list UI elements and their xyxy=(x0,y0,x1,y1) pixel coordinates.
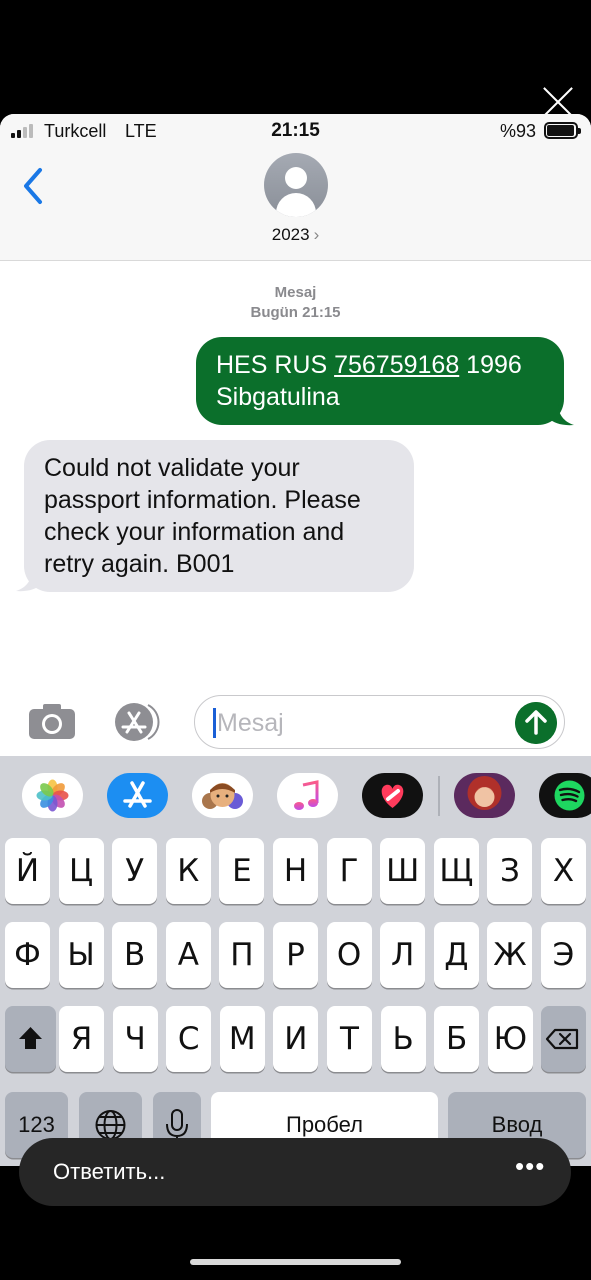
key[interactable]: Э xyxy=(541,922,586,988)
outgoing-suffix: 1996 xyxy=(459,351,522,379)
key[interactable]: Н xyxy=(273,838,318,904)
more-options-icon[interactable]: ••• xyxy=(515,1151,545,1182)
delete-key[interactable] xyxy=(541,1006,586,1072)
key[interactable]: И xyxy=(273,1006,319,1072)
key[interactable]: С xyxy=(166,1006,212,1072)
key[interactable]: Д xyxy=(433,922,479,988)
status-bar: Turkcell LTE 21:15 %93 xyxy=(0,114,591,148)
key[interactable]: Б xyxy=(434,1006,480,1072)
key[interactable]: Х xyxy=(541,838,586,904)
incoming-line: retry again. B001 xyxy=(44,550,235,578)
contact-name-label: 2023 xyxy=(271,225,310,244)
reply-bar[interactable]: Ответить... ••• xyxy=(19,1138,571,1206)
key[interactable]: Ш xyxy=(380,838,426,904)
outgoing-message-bubble[interactable]: HES RUS 756759168 1996 Sibgatulina xyxy=(196,337,564,425)
send-arrow-icon[interactable] xyxy=(515,702,557,744)
key[interactable]: У xyxy=(112,838,158,904)
camera-icon[interactable] xyxy=(28,702,76,740)
key[interactable]: В xyxy=(112,922,158,988)
shift-key[interactable] xyxy=(5,1006,56,1072)
key[interactable]: Я xyxy=(59,1006,104,1072)
key[interactable]: О xyxy=(326,922,372,988)
imessage-app-drawer xyxy=(0,756,591,834)
outgoing-line-2: Sibgatulina xyxy=(216,383,340,411)
messages-screen: Turkcell LTE 21:15 %93 2023 › Mesaj Bugün… xyxy=(0,114,591,1166)
message-timestamp: Bugün 21:15 xyxy=(250,304,341,321)
key[interactable]: М xyxy=(219,1006,265,1072)
app-store-button-icon[interactable] xyxy=(110,702,166,742)
digital-touch-icon[interactable] xyxy=(362,773,423,818)
key[interactable]: Ы xyxy=(58,922,104,988)
key[interactable]: Щ xyxy=(433,838,479,904)
outgoing-prefix: HES RUS xyxy=(216,351,335,379)
phone-number-link[interactable]: 756759168 xyxy=(334,351,459,379)
key[interactable]: А xyxy=(165,922,211,988)
spotify-icon[interactable] xyxy=(539,773,591,818)
chevron-right-icon: › xyxy=(313,225,320,244)
battery-percent: %93 xyxy=(500,121,537,141)
key[interactable]: Е xyxy=(219,838,265,904)
conversation-header: 2023 › xyxy=(0,148,591,261)
service-label: Mesaj xyxy=(274,284,317,301)
key[interactable]: Т xyxy=(327,1006,372,1072)
incoming-line: check your information and xyxy=(44,518,345,546)
incoming-line: passport information. Please xyxy=(44,486,361,514)
text-cursor xyxy=(213,708,216,738)
battery-icon xyxy=(544,122,581,139)
incoming-line: Could not validate your xyxy=(44,454,300,482)
keyboard: ЙЦУКЕНГШЩЗХ ФЫВАПРОЛДЖЭ ЯЧСМИТЬБЮ 123 Пр… xyxy=(0,756,591,1166)
key[interactable]: Й xyxy=(5,838,50,904)
key[interactable]: Л xyxy=(380,922,426,988)
key[interactable]: Ю xyxy=(487,1006,533,1072)
reply-label: Ответить... xyxy=(53,1159,166,1184)
contact-name[interactable]: 2023 › xyxy=(0,225,591,245)
home-indicator xyxy=(190,1259,401,1265)
photos-icon[interactable] xyxy=(22,773,83,818)
key[interactable]: К xyxy=(165,838,211,904)
incoming-message-bubble[interactable]: Could not validate your passport informa… xyxy=(24,440,414,592)
key[interactable]: Ц xyxy=(58,838,104,904)
key[interactable]: З xyxy=(487,838,533,904)
key[interactable]: Ь xyxy=(380,1006,426,1072)
back-chevron-icon[interactable] xyxy=(20,166,46,206)
key[interactable]: П xyxy=(219,922,265,988)
key[interactable]: Ч xyxy=(112,1006,158,1072)
message-input[interactable]: Mesaj xyxy=(194,695,565,749)
key[interactable]: Р xyxy=(273,922,318,988)
memoji-icon[interactable] xyxy=(192,773,253,818)
outgoing-bubble-tail xyxy=(548,404,574,426)
game-app-icon[interactable] xyxy=(454,773,515,818)
message-input-placeholder: Mesaj xyxy=(217,709,284,737)
drawer-divider xyxy=(438,776,440,816)
key[interactable]: Ф xyxy=(5,922,50,988)
contact-avatar[interactable] xyxy=(264,153,328,217)
incoming-bubble-tail xyxy=(16,570,42,592)
key[interactable]: Г xyxy=(326,838,372,904)
key[interactable]: Ж xyxy=(487,922,533,988)
app-store-icon[interactable] xyxy=(107,773,168,818)
music-icon[interactable] xyxy=(277,773,338,818)
